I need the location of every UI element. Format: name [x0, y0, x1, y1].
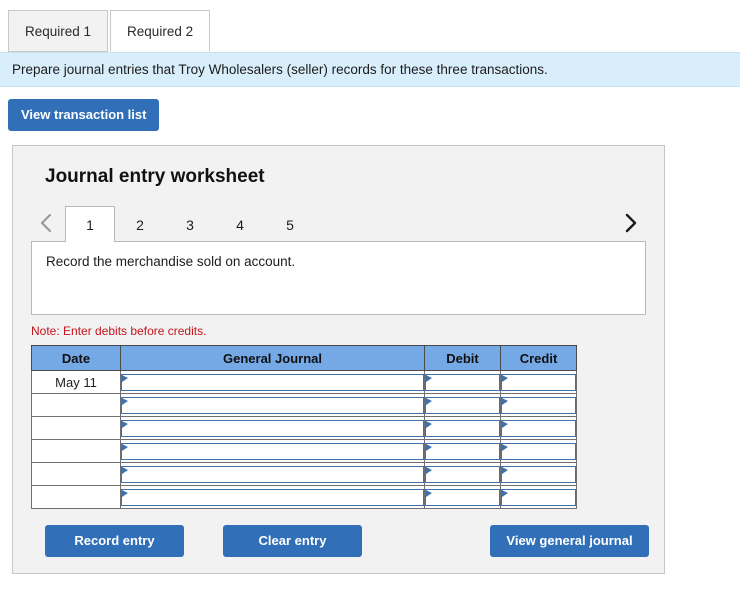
- credit-input[interactable]: [501, 465, 576, 483]
- chevron-left-icon[interactable]: [31, 204, 61, 242]
- cell-debit[interactable]: [424, 462, 501, 486]
- table-row: [31, 416, 577, 440]
- tab-required-1[interactable]: Required 1: [8, 10, 109, 52]
- instruction-banner: Prepare journal entries that Troy Wholes…: [0, 52, 740, 87]
- debit-input[interactable]: [425, 488, 500, 506]
- debit-input[interactable]: [425, 465, 500, 483]
- cell-debit[interactable]: [424, 485, 501, 509]
- worksheet-tab-3[interactable]: 3: [165, 206, 215, 242]
- record-entry-button[interactable]: Record entry: [45, 525, 184, 557]
- cell-date: [31, 416, 121, 440]
- cell-date: [31, 462, 121, 486]
- credit-input[interactable]: [501, 396, 576, 414]
- cell-general-journal[interactable]: [120, 485, 425, 509]
- cell-credit[interactable]: [500, 416, 577, 440]
- column-header-debit: Debit: [424, 345, 501, 371]
- worksheet-tab-nav: 1 2 3 4 5: [31, 204, 646, 242]
- journal-table-head: Date General Journal Debit Credit: [31, 345, 577, 371]
- column-header-credit: Credit: [500, 345, 577, 371]
- cell-date: May 11: [31, 370, 121, 394]
- cell-credit[interactable]: [500, 439, 577, 463]
- column-header-date: Date: [31, 345, 121, 371]
- clear-entry-button[interactable]: Clear entry: [223, 525, 362, 557]
- table-row: [31, 485, 577, 509]
- column-header-general-journal: General Journal: [120, 345, 425, 371]
- credit-input[interactable]: [501, 488, 576, 506]
- cell-credit[interactable]: [500, 485, 577, 509]
- transaction-list-toolbar: View transaction list: [0, 87, 740, 131]
- debit-input[interactable]: [425, 419, 500, 437]
- cell-general-journal[interactable]: [120, 370, 425, 394]
- cell-credit[interactable]: [500, 370, 577, 394]
- table-row: May 11: [31, 370, 577, 394]
- journal-entry-worksheet-panel: Journal entry worksheet 1 2 3 4 5 Record…: [12, 145, 665, 574]
- journal-table-header-row: Date General Journal Debit Credit: [31, 345, 577, 371]
- view-transaction-list-button[interactable]: View transaction list: [8, 99, 160, 131]
- chevron-right-icon[interactable]: [616, 204, 646, 242]
- general-journal-input[interactable]: [121, 442, 424, 460]
- tab-required-2[interactable]: Required 2: [110, 10, 211, 52]
- debit-input[interactable]: [425, 396, 500, 414]
- general-journal-input[interactable]: [121, 419, 424, 437]
- cell-date: [31, 485, 121, 509]
- credit-input[interactable]: [501, 442, 576, 460]
- cell-date: [31, 393, 121, 417]
- debits-before-credits-note: Note: Enter debits before credits.: [31, 324, 207, 338]
- debit-input[interactable]: [425, 373, 500, 391]
- worksheet-tab-1[interactable]: 1: [65, 206, 115, 242]
- general-journal-input[interactable]: [121, 488, 424, 506]
- cell-debit[interactable]: [424, 439, 501, 463]
- general-journal-input[interactable]: [121, 465, 424, 483]
- general-journal-input[interactable]: [121, 396, 424, 414]
- credit-input[interactable]: [501, 373, 576, 391]
- cell-general-journal[interactable]: [120, 416, 425, 440]
- cell-general-journal[interactable]: [120, 393, 425, 417]
- requirement-tabstrip: Required 1 Required 2: [0, 0, 740, 52]
- cell-general-journal[interactable]: [120, 462, 425, 486]
- cell-debit[interactable]: [424, 370, 501, 394]
- worksheet-tab-4[interactable]: 4: [215, 206, 265, 242]
- worksheet-description: Record the merchandise sold on account.: [31, 241, 646, 315]
- cell-credit[interactable]: [500, 462, 577, 486]
- journal-table-body: May 11: [31, 370, 577, 509]
- view-general-journal-button[interactable]: View general journal: [490, 525, 649, 557]
- table-row: [31, 439, 577, 463]
- debit-input[interactable]: [425, 442, 500, 460]
- cell-debit[interactable]: [424, 416, 501, 440]
- table-row: [31, 393, 577, 417]
- cell-general-journal[interactable]: [120, 439, 425, 463]
- page-title: Journal entry worksheet: [45, 166, 265, 187]
- requirement-tabs: Required 1 Required 2: [8, 0, 740, 52]
- credit-input[interactable]: [501, 419, 576, 437]
- cell-credit[interactable]: [500, 393, 577, 417]
- worksheet-tab-2[interactable]: 2: [115, 206, 165, 242]
- worksheet-footer-actions: Record entry Clear entry View general jo…: [31, 525, 649, 557]
- general-journal-input[interactable]: [121, 373, 424, 391]
- journal-entry-table: Date General Journal Debit Credit May 11: [31, 345, 577, 509]
- cell-date: [31, 439, 121, 463]
- cell-debit[interactable]: [424, 393, 501, 417]
- worksheet-tab-5[interactable]: 5: [265, 206, 315, 242]
- table-row: [31, 462, 577, 486]
- worksheet-tabs: 1 2 3 4 5: [65, 206, 315, 242]
